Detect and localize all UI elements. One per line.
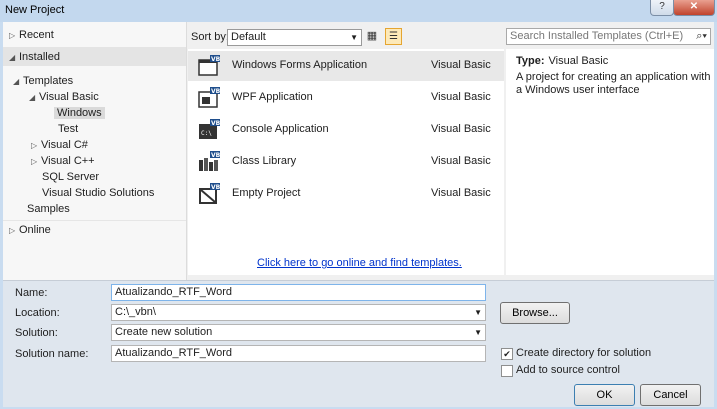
expand-arrow-icon[interactable]: ▷ (31, 138, 41, 154)
template-details: Type: Visual Basic A project for creating… (506, 49, 714, 275)
project-form: Name: Atualizando_RTF_Word Location: C:\… (3, 280, 714, 407)
wpf-icon: VB (198, 87, 220, 108)
tree-item-templates[interactable]: ◢ Templates (13, 73, 73, 89)
tree-item-visual-cpp[interactable]: ▷ Visual C++ (31, 153, 95, 169)
location-label: Location: (15, 307, 60, 319)
grid-view-icon[interactable]: ▦ (365, 29, 379, 43)
collapse-arrow-icon[interactable]: ◢ (9, 50, 19, 66)
tree-item-test[interactable]: Test (58, 121, 78, 137)
source-control-checkbox[interactable] (501, 365, 513, 377)
tree-divider (3, 220, 186, 221)
name-label: Name: (15, 287, 48, 299)
collapse-arrow-icon[interactable]: ◢ (29, 90, 39, 106)
search-templates-input[interactable]: Search Installed Templates (Ctrl+E) ⌕▾ (506, 28, 711, 45)
browse-button[interactable]: Browse... (500, 302, 570, 324)
project-name-input[interactable]: Atualizando_RTF_Word (111, 284, 486, 301)
cancel-button[interactable]: Cancel (640, 384, 701, 406)
chevron-down-icon: ▼ (350, 33, 358, 42)
search-icon[interactable]: ⌕▾ (696, 29, 707, 44)
class-library-icon: VB (199, 151, 220, 171)
window-title: New Project (5, 4, 65, 16)
help-button[interactable]: ? (650, 0, 674, 16)
chevron-down-icon: ▼ (474, 308, 482, 317)
svg-text:VB: VB (211, 152, 220, 159)
chevron-down-icon: ▼ (474, 328, 482, 337)
tree-item-online[interactable]: ▷ Online (9, 222, 51, 238)
template-item-empty-project[interactable]: VB Empty Project Visual Basic (188, 179, 504, 209)
location-dropdown[interactable]: C:\_vbn\ ▼ (111, 304, 486, 321)
solution-dropdown[interactable]: Create new solution ▼ (111, 324, 486, 341)
details-type: Type: Visual Basic (516, 55, 609, 67)
details-description: A project for creating an application wi… (516, 71, 711, 96)
close-button[interactable]: ✕ (673, 0, 715, 16)
template-item-console[interactable]: C:\ VB Console Application Visual Basic (188, 115, 504, 145)
ok-button[interactable]: OK (574, 384, 635, 406)
empty-project-icon: VB (199, 183, 220, 204)
template-list: VB Windows Forms Application Visual Basi… (188, 49, 504, 275)
expand-arrow-icon[interactable]: ▷ (9, 28, 19, 44)
new-project-dialog: New Project ? ✕ ▷ Recent ◢ Installed ◢ Temp… (0, 0, 717, 409)
sort-dropdown[interactable]: Default ▼ (227, 29, 362, 46)
template-item-class-library[interactable]: VB Class Library Visual Basic (188, 147, 504, 177)
tree-item-visual-csharp[interactable]: ▷ Visual C# (31, 137, 88, 153)
list-view-icon[interactable]: ☰ (385, 28, 402, 45)
tree-item-installed[interactable]: ◢ Installed (9, 49, 60, 65)
windows-forms-icon: VB (198, 55, 220, 76)
template-item-windows-forms[interactable]: VB Windows Forms Application Visual Basi… (188, 51, 504, 81)
tree-item-visual-basic[interactable]: ◢ Visual Basic (29, 89, 99, 105)
dialog-client: ▷ Recent ◢ Installed ◢ Templates ◢ Visual Ba… (3, 22, 714, 407)
tree-item-sql-server[interactable]: SQL Server (42, 169, 99, 185)
svg-text:C:\: C:\ (201, 130, 212, 137)
create-directory-label: Create directory for solution (516, 347, 652, 359)
template-tree: ▷ Recent ◢ Installed ◢ Templates ◢ Visual Ba… (3, 22, 187, 280)
tree-item-recent[interactable]: ▷ Recent (9, 27, 54, 43)
tree-item-samples[interactable]: Samples (27, 201, 70, 217)
source-control-label: Add to source control (516, 364, 620, 376)
collapse-arrow-icon[interactable]: ◢ (13, 74, 23, 90)
solution-label: Solution: (15, 327, 58, 339)
expand-arrow-icon[interactable]: ▷ (31, 154, 41, 170)
tree-item-vs-solutions[interactable]: Visual Studio Solutions (42, 185, 154, 201)
expand-arrow-icon[interactable]: ▷ (9, 223, 19, 239)
solution-name-label: Solution name: (15, 348, 89, 360)
svg-text:VB: VB (211, 120, 220, 127)
tree-item-windows[interactable]: Windows (54, 105, 105, 121)
online-templates-link[interactable]: Click here to go online and find templat… (257, 257, 462, 269)
title-bar[interactable]: New Project ? ✕ (0, 0, 717, 22)
sort-label: Sort by: (191, 31, 229, 43)
create-directory-checkbox[interactable]: ✔ (501, 348, 513, 360)
console-icon: C:\ VB (199, 119, 220, 139)
template-item-wpf[interactable]: VB WPF Application Visual Basic (188, 83, 504, 113)
svg-text:VB: VB (211, 56, 220, 63)
svg-text:VB: VB (211, 184, 220, 191)
svg-text:VB: VB (211, 88, 220, 95)
solution-name-input[interactable]: Atualizando_RTF_Word (111, 345, 486, 362)
